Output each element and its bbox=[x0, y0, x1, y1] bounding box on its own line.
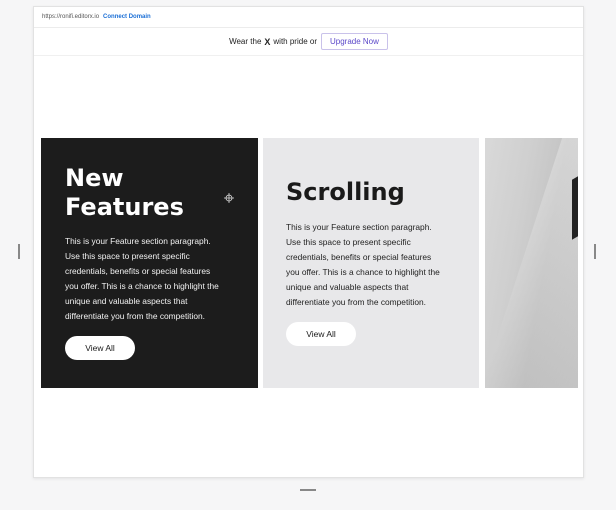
upgrade-now-button[interactable]: Upgrade Now bbox=[320, 33, 388, 50]
banner-text-after: with pride or bbox=[273, 37, 317, 46]
card-paragraph: This is your Feature section paragraph. … bbox=[286, 222, 440, 307]
feature-card-new-features: New Features This is your Feature sectio… bbox=[41, 138, 258, 388]
move-crosshair-icon[interactable] bbox=[224, 193, 234, 203]
feature-card-scrolling: Scrolling This is your Feature section p… bbox=[263, 138, 479, 388]
site-preview-frame: https://ronifi.editorx.io Connect Domain… bbox=[33, 6, 584, 478]
bottom-resize-handle[interactable] bbox=[300, 489, 316, 491]
photo-detail bbox=[572, 176, 578, 240]
card-title: Scrolling bbox=[286, 178, 405, 206]
connect-domain-link[interactable]: Connect Domain bbox=[103, 14, 151, 20]
feature-card-photo bbox=[485, 138, 578, 388]
banner-text-before: Wear the bbox=[229, 37, 262, 46]
right-resize-handle[interactable] bbox=[594, 244, 596, 259]
card-title: New Features bbox=[65, 164, 184, 221]
upgrade-banner: Wear the X with pride or Upgrade Now bbox=[34, 28, 583, 56]
editor-topbar: https://ronifi.editorx.io Connect Domain bbox=[34, 7, 583, 28]
view-all-button[interactable]: View All bbox=[65, 336, 135, 360]
left-resize-handle[interactable] bbox=[18, 244, 20, 259]
photo-image bbox=[485, 138, 578, 388]
view-all-button[interactable]: View All bbox=[286, 322, 356, 346]
card-paragraph: This is your Feature section paragraph. … bbox=[65, 236, 219, 321]
x-logo-mark: X bbox=[264, 36, 271, 47]
site-url: https://ronifi.editorx.io bbox=[42, 14, 100, 20]
